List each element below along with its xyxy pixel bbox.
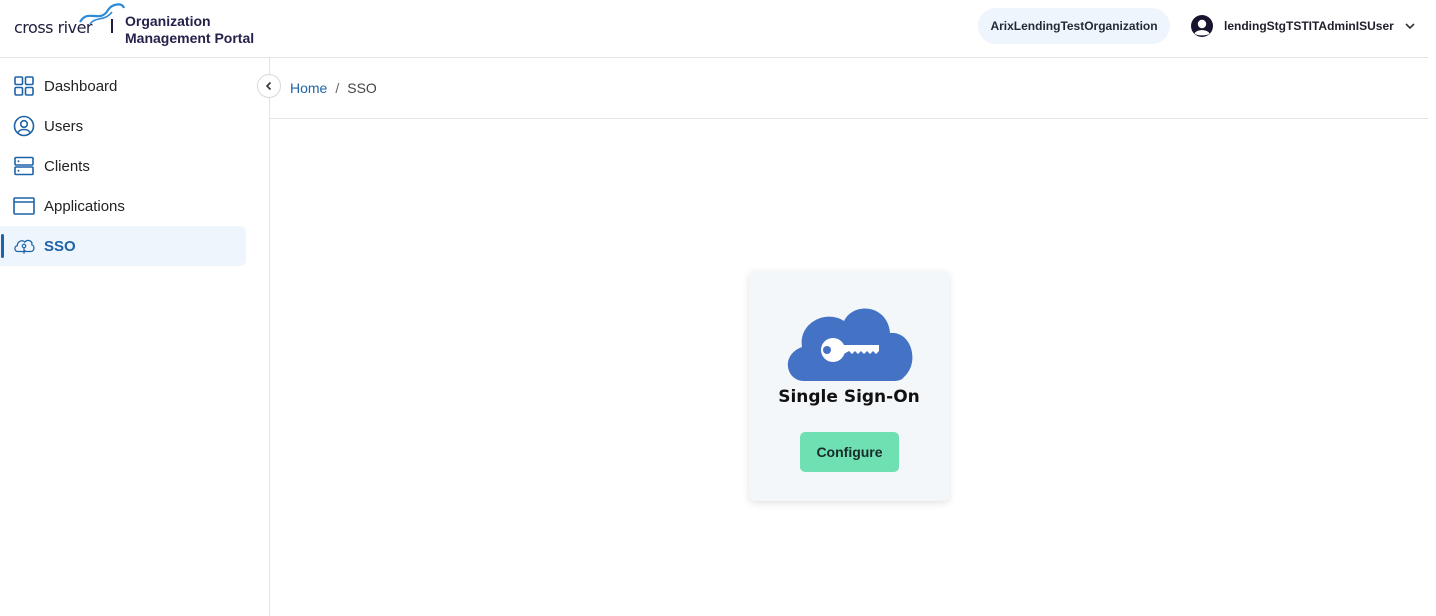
portal-title-line1: Organization [125,13,211,29]
user-avatar-icon [1191,15,1213,37]
window-icon [13,195,35,217]
sidebar-item-dashboard[interactable]: Dashboard [0,66,246,106]
user-menu[interactable]: lendingStgTSTITAdminISUser [1190,14,1416,38]
top-header: cross river Organization Management Port… [0,0,1428,58]
sidebar: Dashboard Users Clients Applications SSO [0,58,270,616]
portal-title-line2: Management Portal [125,30,255,46]
sidebar-item-label: Clients [44,157,90,175]
user-circle-icon [13,115,35,137]
dashboard-grid-icon [13,75,35,97]
portal-title: Organization Management Portal [125,13,254,47]
chevron-left-icon [265,81,272,91]
organization-pill[interactable]: ArixLendingTestOrganization [978,8,1170,44]
breadcrumb-divider [270,118,1428,119]
cloud-key-icon [787,308,913,381]
breadcrumb-current: SSO [347,80,377,96]
sidebar-item-label: Applications [44,197,125,215]
logo-swoosh-icon [79,3,126,25]
server-icon [13,155,35,177]
breadcrumb: Home / SSO [290,80,377,96]
sso-card-title: Single Sign-On [778,387,920,407]
sidebar-collapse-button[interactable] [257,74,281,98]
sidebar-item-applications[interactable]: Applications [0,186,246,226]
sidebar-item-users[interactable]: Users [0,106,246,146]
active-indicator [1,234,4,258]
sidebar-item-label: Users [44,117,84,135]
sidebar-item-clients[interactable]: Clients [0,146,246,186]
chevron-down-icon[interactable] [1404,20,1416,32]
sidebar-item-sso[interactable]: SSO [0,226,246,266]
sidebar-item-label: Dashboard [44,77,118,95]
breadcrumb-home-link[interactable]: Home [290,80,327,96]
user-name: lendingStgTSTITAdminISUser [1224,19,1394,33]
cross-river-logo[interactable]: cross river [14,3,126,40]
cloud-key-icon [13,235,35,257]
sidebar-item-label: SSO [44,237,76,255]
configure-button[interactable]: Configure [800,432,899,472]
logo-divider [111,19,113,33]
sso-card: Single Sign-On Configure [749,271,949,501]
breadcrumb-separator: / [335,80,340,96]
